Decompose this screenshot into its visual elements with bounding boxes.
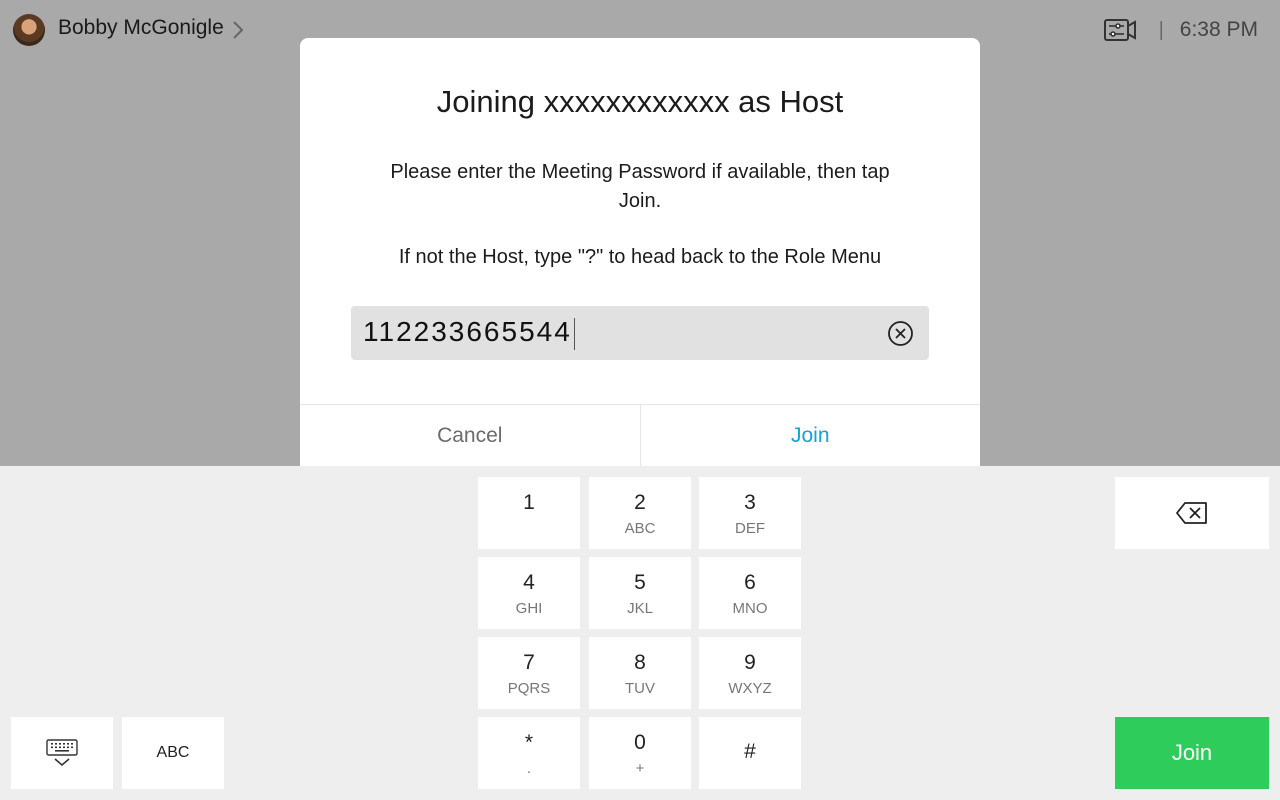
key-letters: GHI (515, 600, 543, 617)
status-area: | 6:38 PM (1103, 16, 1258, 44)
keyboard-toggle-button[interactable] (11, 717, 113, 789)
key-digit: * (524, 731, 534, 754)
keypad-panel: 1 2 ABC 3 DEF 4 GHI 5 JKL 6 MNO 7 PQRS 8… (0, 466, 1280, 800)
dialog-actions: Cancel Join (300, 404, 980, 467)
user-name[interactable]: Bobby McGonigle (58, 16, 224, 40)
key-letters: . (526, 760, 532, 777)
key-letters: MNO (732, 600, 768, 617)
password-input[interactable]: 112233665544 (351, 306, 929, 360)
key-digit: 1 (523, 491, 535, 514)
keyboard-hide-icon (46, 739, 78, 767)
backspace-button[interactable] (1115, 477, 1269, 549)
backspace-icon (1176, 502, 1207, 524)
key-2[interactable]: 2 ABC (589, 477, 691, 549)
key-letters: WXYZ (728, 680, 772, 697)
key-letters: + (635, 760, 645, 777)
key-digit: 2 (634, 491, 646, 514)
key-letters: JKL (627, 600, 653, 617)
key-8[interactable]: 8 TUV (589, 637, 691, 709)
key-digit: 5 (634, 571, 646, 594)
key-5[interactable]: 5 JKL (589, 557, 691, 629)
status-separator: | (1158, 18, 1164, 41)
key-letters: ABC (624, 520, 656, 537)
key-digit: 8 (634, 651, 646, 674)
avatar[interactable] (13, 14, 45, 46)
key-1[interactable]: 1 (478, 477, 580, 549)
password-dialog: Joining xxxxxxxxxxxx as Host Please ente… (300, 38, 980, 467)
key-digit: 7 (523, 651, 535, 674)
clock: 6:38 PM (1179, 18, 1258, 41)
key-digit: 4 (523, 571, 535, 594)
dialog-hint: If not the Host, type "?" to head back t… (398, 246, 882, 268)
key-4[interactable]: 4 GHI (478, 557, 580, 629)
clear-input-icon[interactable] (887, 320, 914, 347)
dialog-join-button[interactable]: Join (641, 405, 981, 467)
key-0[interactable]: 0 + (589, 717, 691, 789)
password-value: 112233665544 (363, 316, 575, 350)
key-3[interactable]: 3 DEF (699, 477, 801, 549)
key-digit: 6 (744, 571, 756, 594)
key-7[interactable]: 7 PQRS (478, 637, 580, 709)
key-6[interactable]: 6 MNO (699, 557, 801, 629)
key-9[interactable]: 9 WXYZ (699, 637, 801, 709)
key-digit: 0 (634, 731, 646, 754)
abc-button[interactable]: ABC (122, 717, 224, 789)
cancel-button[interactable]: Cancel (300, 405, 641, 467)
key-digit: 3 (744, 491, 756, 514)
key-digit: 9 (744, 651, 756, 674)
key-digit: # (744, 740, 756, 763)
dialog-title: Joining xxxxxxxxxxxx as Host (436, 84, 844, 119)
text-caret (573, 317, 575, 350)
key-letters: TUV (625, 680, 655, 697)
join-button[interactable]: Join (1115, 717, 1269, 789)
key-star[interactable]: * . (478, 717, 580, 789)
camera-controls-icon[interactable] (1103, 17, 1137, 43)
password-text: 112233665544 (363, 316, 572, 347)
dialog-message: Please enter the Meeting Password if ava… (390, 161, 890, 212)
key-letters: PQRS (507, 680, 551, 697)
key-hash[interactable]: # (699, 717, 801, 789)
key-letters: DEF (735, 520, 765, 537)
chevron-right-icon[interactable] (231, 20, 245, 40)
